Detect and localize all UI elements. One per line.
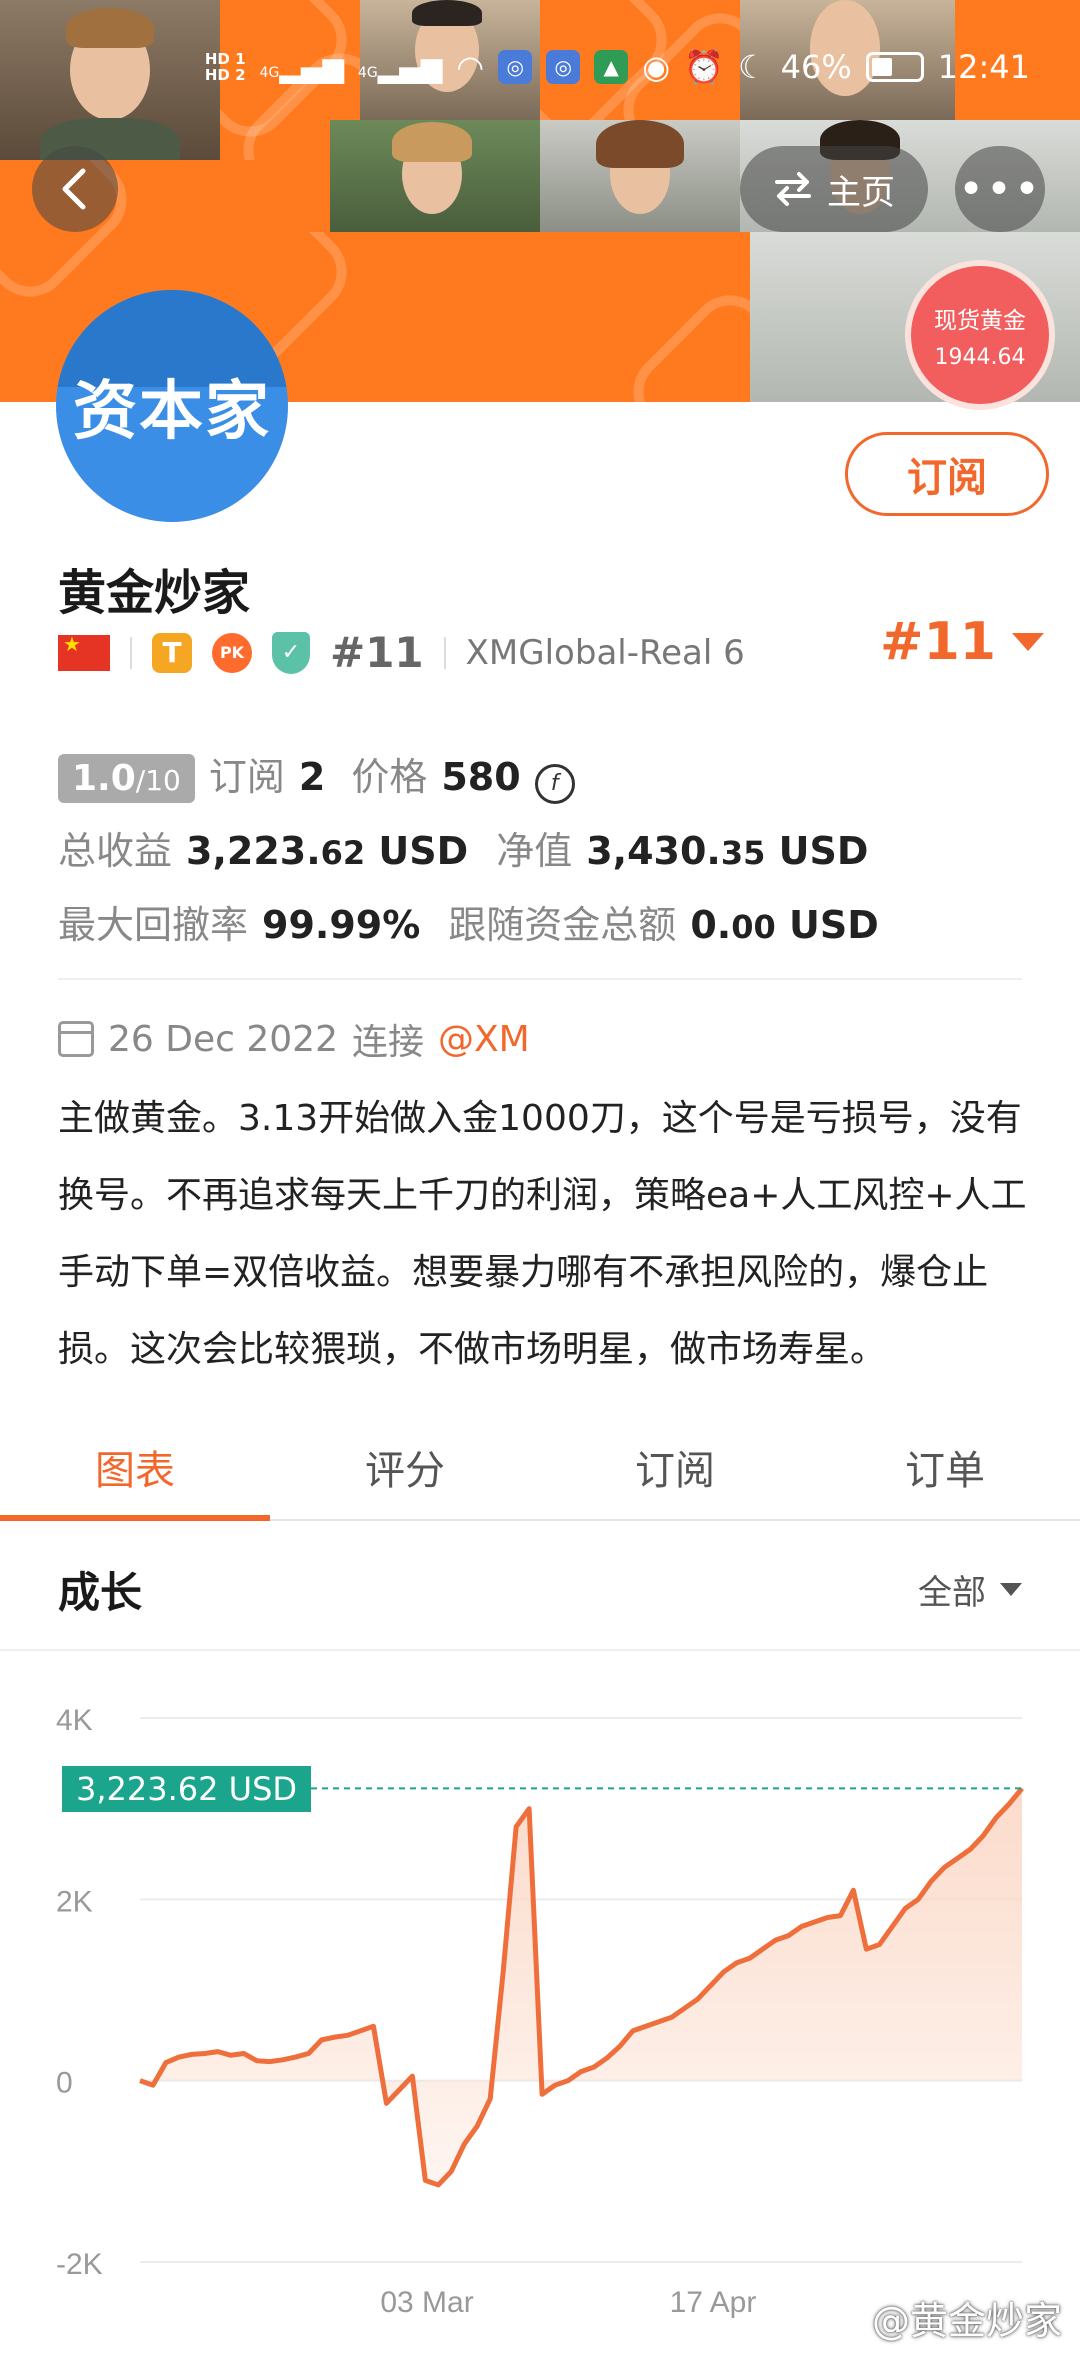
trader-badge: T: [152, 632, 192, 673]
x-tick-label: 17 Apr: [670, 2286, 757, 2319]
moon-icon: ☾: [737, 48, 767, 86]
follow-funds-label: 跟随资金总额: [448, 903, 677, 947]
tab-bar: 图表 评分 订阅 订单: [0, 1415, 1080, 1521]
app-notification-icon: ◎: [546, 50, 581, 84]
gold-price-value: 1944.64: [934, 344, 1026, 370]
tab-rating[interactable]: 评分: [270, 1415, 540, 1519]
signal-icon: 4G▂▄▆: [357, 50, 443, 84]
divider: [443, 636, 446, 669]
status-bar: HD 1 HD 2 4G▂▄▆ 4G▂▄▆ ◠ ◎ ◎ ▲ ◉ ⏰ ☾ 46% …: [205, 48, 1030, 86]
gold-price-badge[interactable]: 现货黄金 1944.64: [905, 260, 1055, 410]
equity-value: 3,430.35 USD: [586, 829, 869, 873]
growth-area: [140, 1788, 1022, 2185]
growth-chart: 4K 2K 0 -2K 03 Mar 17 Apr: [56, 1704, 1024, 2319]
rank-value: #11: [880, 612, 996, 672]
rank-label: #11: [330, 628, 424, 677]
drawdown-value: 99.99%: [262, 903, 421, 947]
cover-photo-tile: [330, 120, 540, 232]
connection-date: 26 Dec 2022: [108, 1018, 338, 1060]
period-filter-dropdown[interactable]: 全部: [918, 1565, 1022, 1614]
badge-row: T PK ✓ #11 XMGlobal-Real 6: [58, 628, 745, 677]
subscribe-count: 2: [298, 755, 326, 799]
signal-icon: 4G▂▄▆: [259, 50, 344, 84]
y-tick-label: -2K: [56, 2248, 103, 2281]
section-title: 成长: [58, 1568, 143, 1617]
tab-chart[interactable]: 图表: [0, 1415, 270, 1521]
sim-indicator: HD 1 HD 2: [204, 50, 246, 84]
shield-check-icon: ✓: [272, 631, 310, 674]
stat-row-profit: 总收益 3,223.62 USD 净值 3,430.35 USD: [58, 820, 868, 875]
divider: [130, 636, 132, 669]
broker-link[interactable]: @XM: [438, 1019, 530, 1060]
more-button[interactable]: •••: [955, 146, 1045, 232]
coin-icon: f: [534, 763, 575, 804]
pk-badge: PK: [212, 632, 252, 673]
divider: [58, 978, 1022, 980]
connection-info: 26 Dec 2022 连接 @XM: [58, 1013, 530, 1065]
x-tick-label: 03 Mar: [380, 2286, 473, 2319]
switch-arrows-icon: [775, 172, 811, 206]
gold-price-label: 现货黄金: [934, 307, 1026, 334]
avatar: 资本家: [56, 290, 288, 522]
eye-icon: ◉: [642, 48, 671, 86]
battery-percent: 46%: [780, 48, 852, 86]
calendar-icon: [58, 1021, 94, 1057]
growth-section-header: 成长 全部: [0, 1521, 1080, 1651]
rating-badge: 1.0/10: [58, 754, 195, 803]
current-value-tag: 3,223.62 USD: [62, 1766, 312, 1812]
y-tick-label: 4K: [56, 1704, 93, 1737]
price-value: 580: [441, 755, 521, 799]
y-tick-label: 0: [56, 2067, 73, 2100]
strategy-description: 主做黄金。3.13开始做入金1000刀，这个号是亏损号，没有换号。不再追求每天上…: [58, 1098, 1027, 1370]
wifi-icon: ◠: [456, 48, 485, 86]
y-tick-label: 2K: [56, 1885, 93, 1918]
total-profit-label: 总收益: [58, 829, 173, 873]
caret-down-icon: [1011, 633, 1044, 651]
battery-icon: [865, 52, 924, 82]
cover-pattern-tile: [220, 232, 750, 402]
china-flag-icon: [58, 632, 110, 671]
app-notification-icon: ◎: [498, 50, 533, 84]
filter-label: 全部: [918, 1573, 986, 1613]
back-button[interactable]: [32, 146, 118, 232]
app-notification-icon: ▲: [594, 50, 629, 84]
tab-subscribe[interactable]: 订阅: [540, 1415, 810, 1519]
clock: 12:41: [937, 48, 1030, 86]
stat-row-rating: 1.0/10 订阅 2 价格 580 f: [58, 746, 575, 804]
more-dots-icon: •••: [958, 163, 1042, 215]
rank-dropdown[interactable]: #11: [880, 612, 1044, 672]
caret-down-icon: [1000, 1583, 1022, 1596]
tab-orders[interactable]: 订单: [810, 1415, 1080, 1519]
connection-label: 连接: [351, 1022, 424, 1063]
stat-row-drawdown: 最大回撤率 99.99% 跟随资金总额 0.00 USD: [58, 894, 879, 949]
watermark: @黄金炒家: [871, 2299, 1062, 2343]
cover-photo-tile: [540, 120, 740, 232]
server-name: XMGlobal-Real 6: [465, 632, 745, 673]
alarm-icon: ⏰: [684, 48, 724, 86]
follow-funds-value: 0.00 USD: [690, 903, 879, 947]
profile-name: 黄金炒家: [58, 565, 251, 621]
home-button[interactable]: 主页: [740, 146, 928, 232]
avatar-text: 资本家: [73, 375, 271, 449]
home-label: 主页: [827, 172, 895, 213]
equity-label: 净值: [496, 829, 573, 873]
drawdown-label: 最大回撤率: [58, 903, 249, 947]
total-profit-value: 3,223.62 USD: [186, 829, 469, 873]
subscribe-count-label: 订阅: [208, 755, 285, 799]
cover-photo-tile: [0, 0, 220, 160]
chevron-left-icon: [62, 168, 86, 210]
subscribe-button[interactable]: 订阅: [845, 432, 1049, 516]
price-label: 价格: [351, 755, 428, 799]
